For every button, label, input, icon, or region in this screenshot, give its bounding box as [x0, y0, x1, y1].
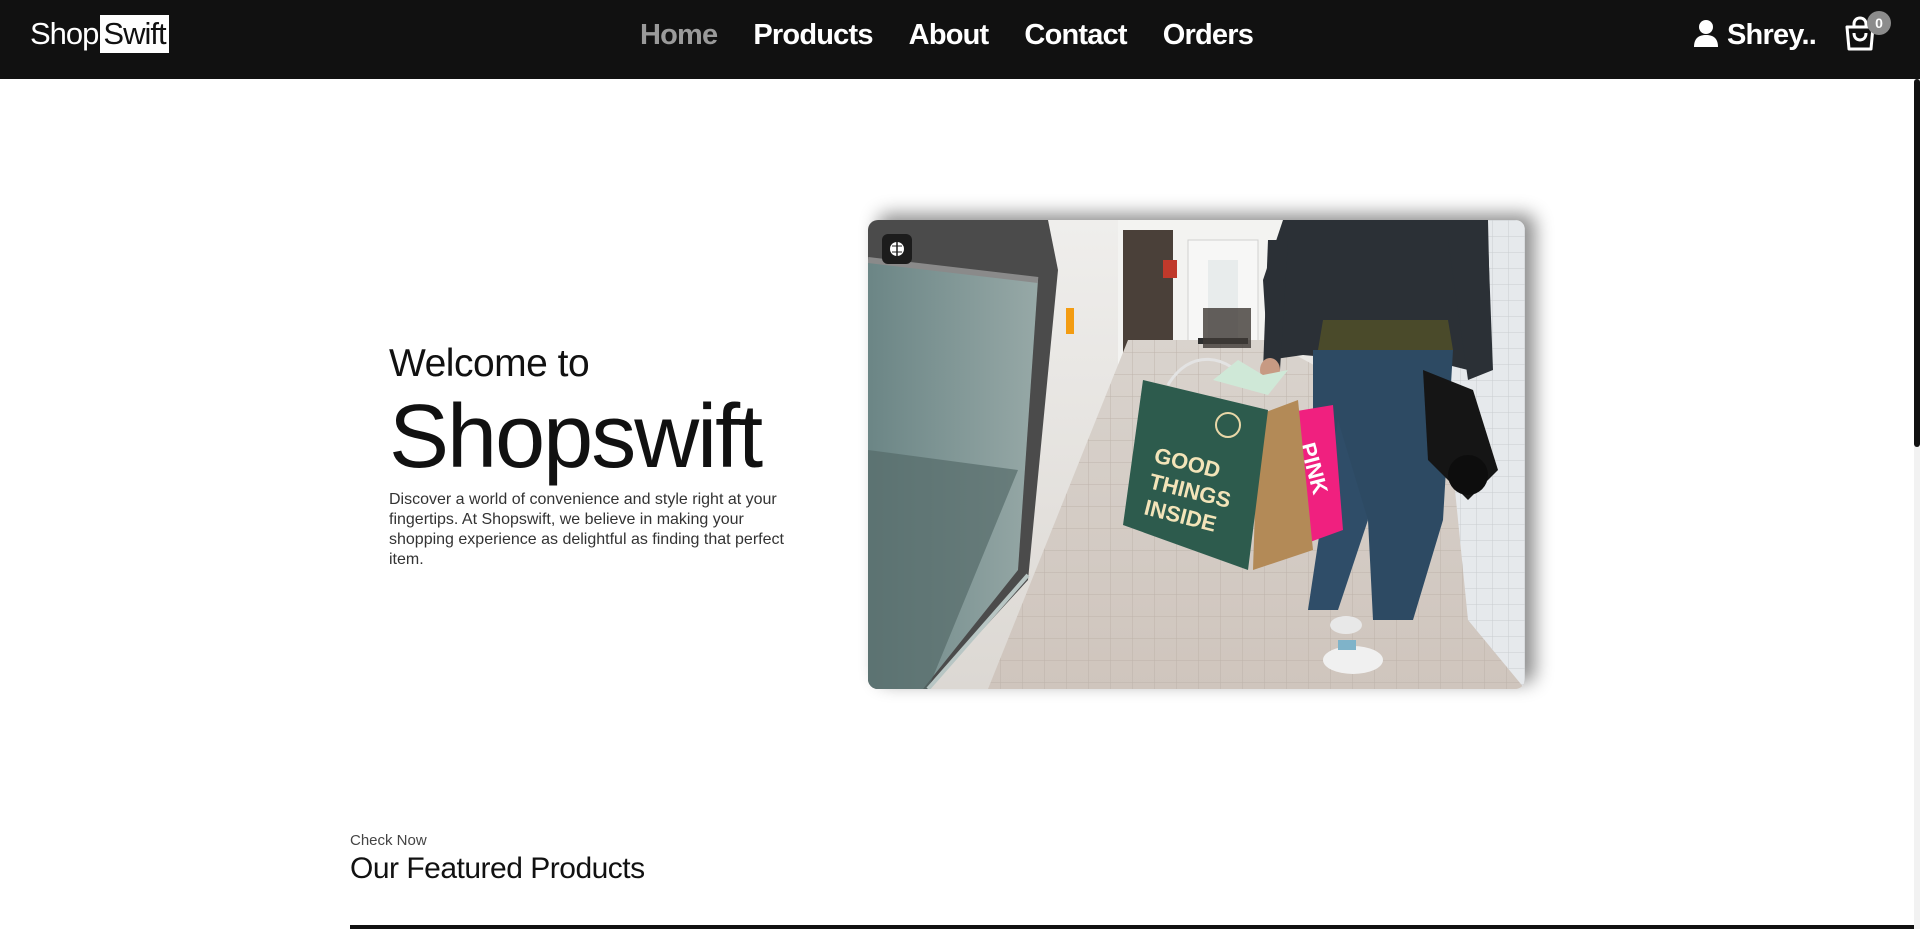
user-icon	[1693, 19, 1719, 52]
brand-swift-text: Swift	[100, 15, 169, 53]
nav-link-about[interactable]: About	[909, 19, 990, 52]
featured-kicker: Check Now	[350, 832, 427, 849]
nav-link-products[interactable]: Products	[753, 19, 873, 52]
brain-icon	[890, 242, 904, 256]
cart-button[interactable]: 0	[1843, 11, 1891, 54]
section-divider	[350, 925, 1914, 929]
nav-links: Home Products About Contact Orders	[640, 0, 1254, 70]
brand-logo[interactable]: Shop Swift	[30, 15, 169, 53]
scrollbar-thumb[interactable]	[1914, 79, 1920, 447]
brand-shop-text: Shop	[30, 16, 99, 51]
user-menu[interactable]: Shrey..	[1693, 18, 1817, 52]
nav-link-orders[interactable]: Orders	[1163, 19, 1254, 52]
image-badge[interactable]	[882, 234, 912, 264]
hero-text: Welcome to Shopswift Discover a world of…	[389, 340, 819, 570]
cart-count-badge: 0	[1867, 11, 1891, 35]
hero-image: PINK GOOD THINGS INSIDE	[868, 220, 1525, 689]
nav-link-home[interactable]: Home	[640, 19, 718, 52]
user-name: Shrey..	[1727, 18, 1817, 51]
featured-section: Check Now Our Featured Products	[350, 832, 645, 888]
hero-title: Shopswift	[389, 387, 763, 487]
nav-link-contact[interactable]: Contact	[1024, 19, 1127, 52]
navbar: Shop Swift Home Products About Contact O…	[0, 0, 1920, 79]
hero-photo: PINK GOOD THINGS INSIDE	[868, 220, 1525, 689]
hero-description: Discover a world of convenience and styl…	[389, 491, 784, 568]
hero-welcome: Welcome to	[389, 342, 590, 385]
featured-title: Our Featured Products	[350, 852, 645, 885]
